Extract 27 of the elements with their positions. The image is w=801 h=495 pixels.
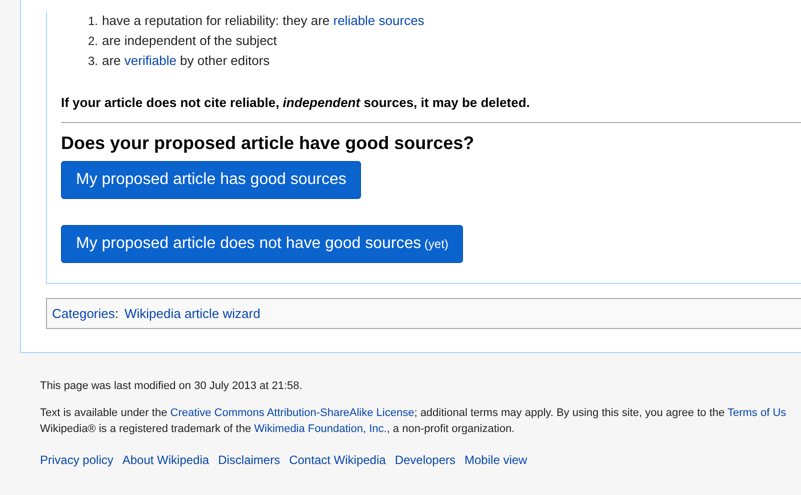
footer-link[interactable]: About Wikipedia bbox=[122, 452, 210, 468]
license-text: Wikipedia® is a registered trademark of the Wikimedia Foundation, Inc., a non-profit organization. bbox=[40, 422, 516, 437]
footer-link[interactable]: Developers bbox=[394, 452, 456, 468]
footer-link[interactable]: Privacy policy bbox=[40, 452, 114, 468]
link[interactable]: reliable sources bbox=[333, 13, 424, 28]
warning-text: If your article does not cite reliable, independent sources, it may be deleted. bbox=[61, 94, 531, 112]
colon-text: : bbox=[114, 304, 118, 323]
link[interactable]: Wikimedia Foundation, Inc. bbox=[254, 423, 387, 435]
link[interactable]: Terms of Us bbox=[727, 407, 786, 419]
list-number: 3. bbox=[88, 53, 100, 70]
footer-link[interactable]: Disclaimers bbox=[218, 452, 280, 468]
list-item-text: are verifiable by other editors bbox=[102, 52, 270, 70]
footer-link[interactable]: Contact Wikipedia bbox=[289, 452, 386, 468]
last-modified-text: This page was last modified on 30 July 2013 at 21:58. bbox=[40, 379, 304, 394]
list-number: 2. bbox=[88, 33, 100, 50]
list-number: 1. bbox=[88, 13, 100, 30]
footer-link[interactable]: Mobile view bbox=[464, 452, 528, 468]
list-item-text: have a reputation for reliability: they are reliable sources bbox=[102, 12, 424, 30]
link[interactable]: Creative Commons Attribution-ShareAlike License bbox=[170, 407, 414, 419]
license-text: Text is available under the Creative Commons Attribution-ShareAlike License; additional terms may apply. By using this site, you agree to the Terms of Us bbox=[40, 406, 788, 421]
categories-link[interactable]: Categories bbox=[52, 304, 115, 324]
list-item-text: are independent of the subject bbox=[102, 32, 277, 50]
answer-button[interactable]: My proposed article does not have good sources (yet) bbox=[61, 224, 464, 262]
answer-button[interactable]: My proposed article has good sources bbox=[61, 160, 362, 198]
question-heading: Does your proposed article have good sources? bbox=[61, 132, 476, 154]
category-link[interactable]: Wikipedia article wizard bbox=[124, 304, 260, 324]
link[interactable]: verifiable bbox=[124, 53, 176, 68]
